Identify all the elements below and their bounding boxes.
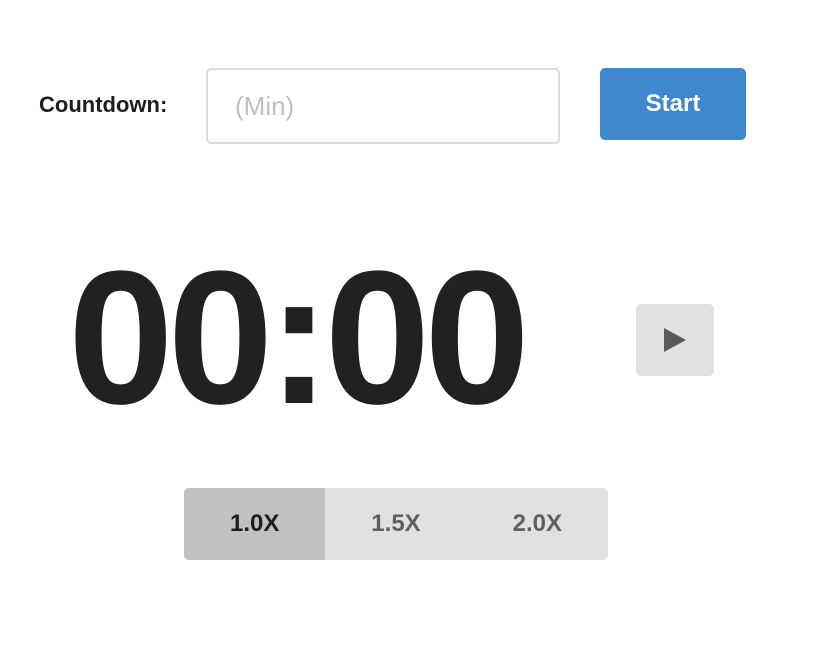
countdown-label: Countdown: — [39, 92, 168, 117]
speed-selector: 1.0X 1.5X 2.0X — [184, 488, 608, 560]
minutes-input[interactable] — [206, 68, 560, 144]
start-button[interactable]: Start — [600, 68, 746, 140]
play-button[interactable] — [636, 304, 714, 376]
play-icon — [664, 328, 686, 352]
speed-option-1-0x[interactable]: 1.0X — [184, 488, 326, 560]
speed-option-1-5x[interactable]: 1.5X — [325, 488, 467, 560]
timer-display: 00:00 — [68, 232, 530, 444]
speed-option-2-0x[interactable]: 2.0X — [466, 488, 608, 560]
